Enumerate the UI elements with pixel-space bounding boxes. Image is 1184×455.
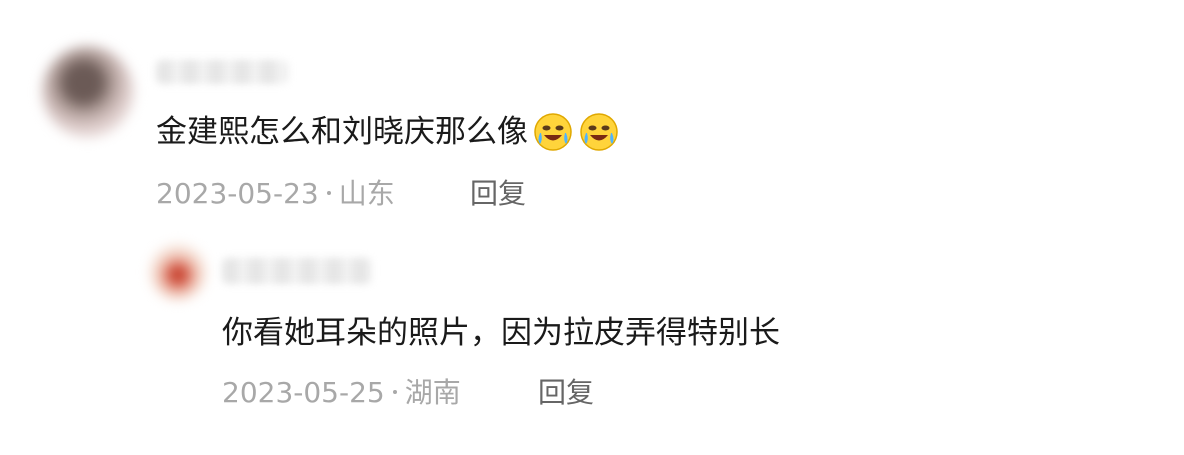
reply-comment-text: 你看她耳朵的照片，因为拉皮弄得特别长 [222,315,780,351]
comment-meta: 2023-05-23 山东 [156,177,395,211]
reply-button[interactable]: 回复 [538,376,594,410]
avatar[interactable] [42,46,134,138]
reply-location: 湖南 [404,376,461,409]
comment-text-content: 金建熙怎么和刘晓庆那么像 [156,114,528,150]
comment-text: 金建熙怎么和刘晓庆那么像 [156,112,620,155]
separator-dot [326,191,331,195]
reply-button[interactable]: 回复 [470,177,526,211]
username-blurred[interactable] [156,60,288,84]
crying-laughing-icon [532,110,574,152]
reply-date: 2023-05-25 [222,376,385,409]
comment-date: 2023-05-23 [156,177,319,210]
username-blurred[interactable] [222,258,372,284]
comment-location: 山东 [338,177,395,210]
separator-dot [392,390,397,394]
avatar[interactable] [150,244,206,300]
crying-laughing-icon [578,110,620,152]
reply-meta: 2023-05-25 湖南 [222,376,461,410]
